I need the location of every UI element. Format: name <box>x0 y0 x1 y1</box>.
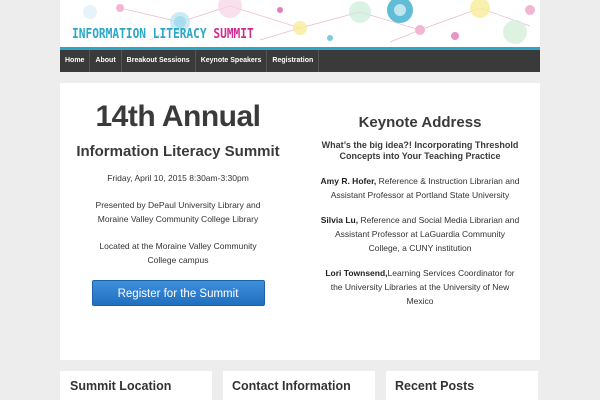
summit-location-widget: Summit Location <box>60 371 212 400</box>
presenters-line-2: Moraine Valley Community College Library <box>97 214 259 224</box>
keynote-title: What’s the big idea?! Incorporating Thre… <box>321 140 519 161</box>
speaker-entry: Lori Townsend,Learning Services Coordina… <box>300 266 540 308</box>
presenters-line-1: Presented by DePaul University Library a… <box>95 200 261 210</box>
nav-item-about[interactable]: About <box>90 50 122 72</box>
nav-item-keynote-speakers[interactable]: Keynote Speakers <box>196 50 268 72</box>
widget-title: Recent Posts <box>395 379 475 393</box>
main-nav: Home About Breakout Sessions Keynote Spe… <box>60 50 540 72</box>
keynote-column: Keynote Address What’s the big idea?! In… <box>300 83 540 308</box>
speaker-name: Lori Townsend, <box>325 268 388 278</box>
event-edition-title: 14th Annual <box>95 100 261 133</box>
main-content: 14th Annual Information Literacy Summit … <box>60 83 540 360</box>
event-name: Information Literacy Summit <box>76 143 280 160</box>
logo-word-literacy: LITERACY <box>152 27 207 42</box>
speaker-entry: Silvia Lu, Reference and Social Media Li… <box>300 213 540 255</box>
nav-item-home[interactable]: Home <box>60 50 91 72</box>
logo-word-information: INFORMATION <box>72 27 147 42</box>
presenters-text: Presented by DePaul University Library a… <box>60 198 296 226</box>
location-text: Located at the Moraine Valley Community … <box>99 241 257 265</box>
speaker-name: Silvia Lu, <box>320 215 359 225</box>
contact-information-widget: Contact Information <box>223 371 375 400</box>
event-date: Friday, April 10, 2015 8:30am-3:30pm <box>107 173 249 183</box>
widget-title: Contact Information <box>232 379 351 393</box>
keynote-heading: Keynote Address <box>358 114 482 131</box>
speaker-description: Reference and Social Media Librarian and… <box>334 215 520 253</box>
register-button[interactable]: Register for the Summit <box>91 280 265 306</box>
speaker-name: Amy R. Hofer, <box>320 176 377 186</box>
logo-word-summit: SUMMIT <box>213 27 254 42</box>
nav-item-breakout-sessions[interactable]: Breakout Sessions <box>122 50 196 72</box>
event-info-column: 14th Annual Information Literacy Summit … <box>60 83 296 306</box>
widget-title: Summit Location <box>70 379 172 393</box>
nav-item-registration[interactable]: Registration <box>267 50 320 72</box>
site-header: INFORMATION LITERACY SUMMIT <box>60 0 540 47</box>
recent-posts-widget: Recent Posts <box>386 371 538 400</box>
speaker-entry: Amy R. Hofer, Reference & Instruction Li… <box>300 174 540 202</box>
site-logo[interactable]: INFORMATION LITERACY SUMMIT <box>72 27 254 42</box>
